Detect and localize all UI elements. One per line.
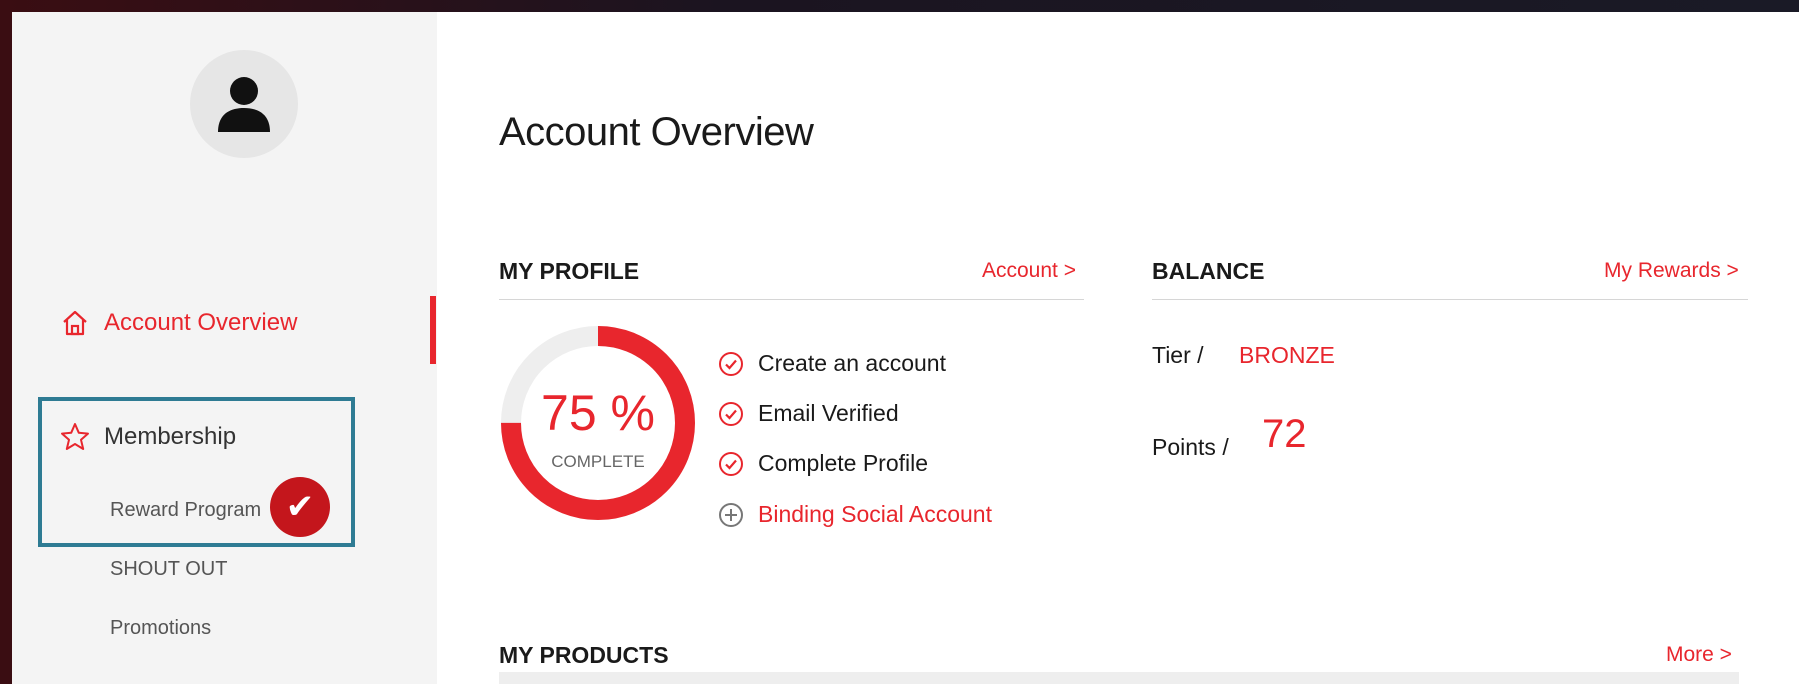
balance-divider	[1152, 299, 1748, 300]
sidebar: Account Overview Membership Reward Progr…	[12, 12, 437, 684]
points-label: Points /	[1152, 434, 1229, 460]
profile-completion-percent: 75 %	[541, 385, 655, 441]
check-circle-icon	[718, 351, 744, 377]
active-indicator	[430, 296, 436, 364]
step-create-account: Create an account	[718, 350, 946, 377]
profile-divider	[499, 299, 1084, 300]
tier-label: Tier /	[1152, 342, 1204, 368]
app-frame: Account Overview Membership Reward Progr…	[12, 12, 1799, 684]
page-title: Account Overview	[499, 110, 814, 154]
profile-completion-label: COMPLETE	[551, 452, 645, 471]
user-icon	[218, 77, 270, 132]
check-circle-icon	[718, 451, 744, 477]
step-label: Create an account	[758, 350, 946, 376]
avatar[interactable]	[190, 50, 298, 158]
account-link[interactable]: Account >	[982, 259, 1076, 283]
balance-heading: BALANCE	[1152, 258, 1265, 284]
step-email-verified: Email Verified	[718, 400, 899, 427]
binding-social-account-link[interactable]: Binding Social Account	[758, 501, 992, 528]
products-heading: MY PRODUCTS	[499, 642, 669, 668]
check-circle-icon	[718, 401, 744, 427]
checkmark-icon: ✔	[270, 477, 330, 537]
tier-value: BRONZE	[1239, 342, 1335, 368]
step-complete-profile: Complete Profile	[718, 450, 928, 477]
step-binding-social-account[interactable]: Binding Social Account	[718, 501, 992, 528]
plus-circle-icon	[718, 502, 744, 528]
home-icon	[60, 308, 90, 338]
my-rewards-link[interactable]: My Rewards >	[1604, 259, 1739, 283]
products-table-header	[499, 672, 1739, 684]
sidebar-subitem-promotions[interactable]: Promotions	[110, 617, 211, 640]
step-label: Email Verified	[758, 400, 899, 426]
sidebar-item-label: Account Overview	[104, 309, 298, 336]
profile-heading: MY PROFILE	[499, 258, 640, 284]
step-label: Complete Profile	[758, 450, 929, 476]
sidebar-subitem-shout-out[interactable]: SHOUT OUT	[110, 558, 227, 581]
points-value: 72	[1262, 412, 1307, 456]
more-link[interactable]: More >	[1666, 643, 1732, 667]
sidebar-item-account-overview[interactable]: Account Overview	[60, 308, 297, 338]
